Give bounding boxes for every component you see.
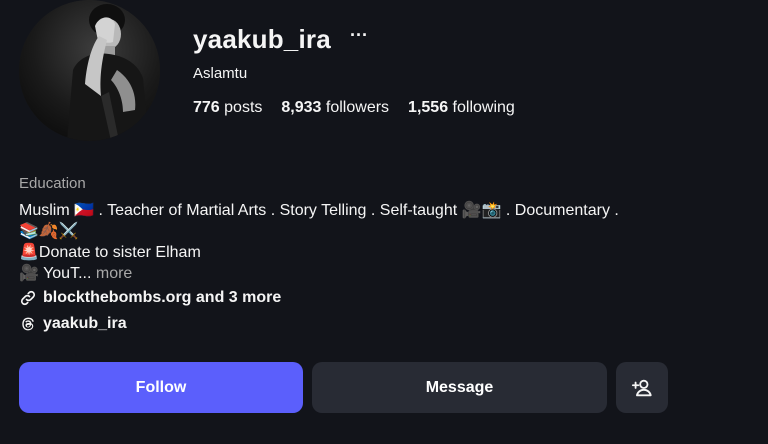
posts-label: posts <box>224 99 263 116</box>
posts-count: 776 <box>193 99 220 116</box>
followers-stat[interactable]: 8,933 followers <box>281 99 389 117</box>
following-count: 1,556 <box>408 99 449 116</box>
profile-stats: 776 posts 8,933 followers 1,556 followin… <box>193 99 515 117</box>
more-options-icon[interactable]: ··· <box>350 25 368 46</box>
follow-button[interactable]: Follow <box>19 362 303 413</box>
bio-line: 📚🍂⚔️ <box>19 223 79 240</box>
profile-bio: Muslim 🇵🇭 . Teacher of Martial Arts . St… <box>19 200 719 284</box>
posts-stat: 776 posts <box>193 99 262 117</box>
avatar-photo <box>19 0 160 141</box>
suggested-accounts-button[interactable] <box>616 362 668 413</box>
threads-link[interactable]: yaakub_ira <box>19 315 127 333</box>
following-stat[interactable]: 1,556 following <box>408 99 515 117</box>
follow-button-label: Follow <box>135 378 187 396</box>
bio-more-link[interactable]: more <box>96 265 132 282</box>
bio-truncated-text: 🎥 YouT... <box>19 265 92 282</box>
profile-full-name: Aslamtu <box>193 65 248 82</box>
profile-category: Education <box>19 175 86 192</box>
threads-handle: yaakub_ira <box>43 315 127 332</box>
profile-avatar[interactable] <box>19 0 160 141</box>
message-button[interactable]: Message <box>312 362 607 413</box>
profile-username: yaakub_ira <box>193 24 331 54</box>
threads-icon <box>22 317 34 331</box>
following-label: following <box>452 99 515 116</box>
bio-line: Muslim 🇵🇭 . Teacher of Martial Arts . St… <box>19 202 619 219</box>
followers-label: followers <box>325 99 390 116</box>
add-person-icon <box>631 379 652 396</box>
followers-count: 8,933 <box>281 99 322 116</box>
external-links[interactable]: blockthebombs.org and 3 more <box>19 289 281 307</box>
message-button-label: Message <box>425 378 494 396</box>
bio-line: 🎥 YouT... more <box>19 263 719 284</box>
external-link-text: blockthebombs.org and 3 more <box>43 289 282 306</box>
link-icon <box>20 290 36 306</box>
bio-line: 🚨Donate to sister Elham <box>19 244 201 261</box>
